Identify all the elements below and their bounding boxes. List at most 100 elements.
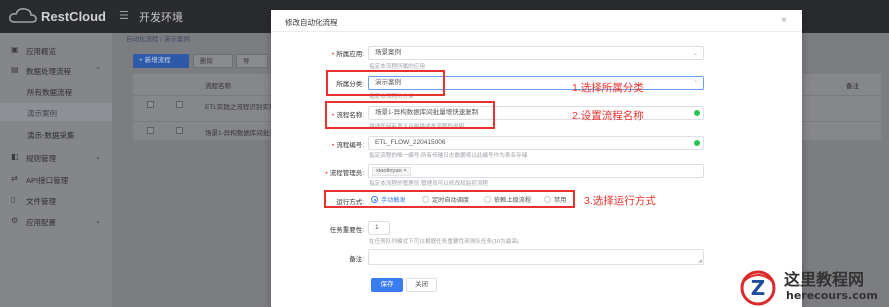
app-select-value: 场景案例	[375, 49, 401, 56]
radio-dependent[interactable]: 依赖上级流程	[484, 195, 531, 204]
breadcrumb[interactable]: 自动化流程 / 演示案例	[126, 33, 190, 43]
flow-name-input[interactable]: 场景1-异构数据库间批量增快速复制	[368, 106, 704, 120]
sidebar-item-api[interactable]: ⇄ API接口管理	[0, 170, 112, 188]
watermark-title: 这里教程网	[784, 270, 865, 289]
app-label-text: 所属应用:	[336, 51, 364, 58]
sidebar-item-rules[interactable]: ◧ 规则管理 ⌄	[0, 148, 112, 166]
radio-dot	[544, 196, 551, 203]
sidebar-item-label: API接口管理	[26, 176, 69, 185]
chevron-down-icon: ⌄	[95, 218, 101, 225]
radio-disabled[interactable]: 禁用	[544, 195, 566, 204]
sidebar-item-overview[interactable]: ▣ 应用概览	[0, 41, 112, 59]
table-cell-name[interactable]: ETL实践之流程识别实现	[205, 101, 275, 111]
export-button[interactable]: 导	[236, 54, 268, 68]
api-icon: ⇄	[11, 174, 18, 183]
settings-icon: ⚙	[11, 216, 19, 225]
required-marker: •	[331, 51, 335, 58]
database-icon: ▤	[11, 65, 19, 74]
radio-dot	[371, 196, 378, 203]
admin-select[interactable]: xiaolinyao ×	[368, 164, 704, 178]
radio-dot	[422, 196, 429, 203]
row-checkbox[interactable]	[176, 101, 183, 108]
delete-button[interactable]: 删除	[193, 54, 233, 68]
name-label: • 流程名称:	[318, 109, 364, 119]
app-label: • 所属应用:	[318, 48, 364, 58]
grid-icon: ▣	[11, 45, 19, 54]
sidebar-item-files[interactable]: ▯ 文件管理	[0, 191, 112, 209]
watermark-url: herecours.com	[786, 289, 878, 302]
radio-label: 手动触发	[381, 197, 406, 204]
admin-tag-text: xiaolinyao	[376, 168, 402, 174]
priority-label-text: 任务重要性:	[329, 227, 364, 234]
table-header-note: 备注	[846, 83, 859, 90]
sidebar-item-label: 规则管理	[26, 154, 56, 163]
row-expand[interactable]	[147, 127, 154, 134]
flow-code-value: ETL_FLOW_220415006	[375, 139, 446, 146]
priority-label: 任务重要性:	[312, 224, 364, 234]
app-hint: 指定本流程所属的应用	[369, 64, 425, 70]
logo-text: RestCloud	[41, 9, 106, 24]
row-expand[interactable]	[147, 101, 154, 108]
radio-scheduled[interactable]: 定时自动调度	[422, 195, 469, 204]
sidebar-item-label: 演示-数据采集	[27, 131, 75, 140]
app-select[interactable]: 场景案例 ⌄	[368, 46, 704, 60]
sidebar-item-data-flow[interactable]: ▤ 数据处理流程 ⌃	[0, 61, 112, 79]
row-checkbox[interactable]	[176, 127, 183, 134]
tag-close-icon[interactable]: ×	[403, 168, 406, 174]
annotation-text-category: 1.选择所属分类	[572, 82, 644, 94]
env-title: 开发环境	[139, 12, 183, 24]
table-header-name: 流程名称	[205, 83, 231, 90]
cloud-logo-icon	[9, 8, 37, 23]
sidebar-item-label: 应用配置	[26, 218, 56, 227]
priority-value: 1	[375, 224, 379, 231]
note-textarea[interactable]: ◢	[368, 249, 704, 265]
sidebar-item-label: 数据处理流程	[26, 67, 71, 76]
flow-code-input[interactable]: ETL_FLOW_220415006	[368, 136, 704, 150]
note-label: 备注:	[318, 253, 364, 263]
valid-check-icon	[694, 110, 700, 116]
priority-input[interactable]: 1	[368, 221, 390, 235]
menu-icon[interactable]: ☰	[119, 9, 129, 22]
sidebar-item-label: 文件管理	[26, 197, 56, 206]
category-select[interactable]: 演示案例 ⌃	[368, 76, 704, 90]
code-hint: 指定流程的唯一编号,所有传输日志数据将以此编号作为表名存储	[369, 153, 528, 159]
annotation-text-run-mode: 3.选择运行方式	[584, 195, 656, 207]
rule-icon: ◧	[11, 152, 19, 161]
admin-tag[interactable]: xiaolinyao ×	[372, 167, 411, 176]
category-hint: 指定本流程的分类	[369, 94, 414, 100]
priority-hint: 在任务队列模式下可以根据任务重要性来排队任务(10为最高)	[369, 239, 519, 245]
admin-hint: 指定本流程的管理员,管理员可以修改和监控流程	[369, 181, 489, 187]
chevron-up-icon: ⌃	[692, 81, 698, 87]
radio-label: 依赖上级流程	[494, 197, 532, 204]
close-button[interactable]: 关闭	[406, 278, 437, 292]
sidebar-item-demo-collect[interactable]: 演示-数据采集	[0, 125, 112, 143]
file-icon: ▯	[11, 195, 16, 204]
chevron-down-icon: ⌄	[95, 154, 101, 161]
code-label: • 流程编号:	[318, 139, 364, 149]
category-label-text: 所属分类:	[336, 81, 364, 88]
radio-label: 定时自动调度	[432, 197, 470, 204]
new-flow-button[interactable]: + 新增流程	[133, 54, 189, 68]
required-marker: •	[331, 142, 335, 149]
logo[interactable]: RestCloud	[8, 6, 108, 26]
sidebar-item-all-flows[interactable]: 所有数据流程	[0, 82, 112, 100]
sidebar-item-label: 应用概览	[26, 47, 56, 56]
run-mode-label-text: 运行方式:	[336, 199, 364, 206]
radio-manual[interactable]: 手动触发	[371, 195, 406, 204]
required-marker: •	[331, 112, 335, 119]
valid-check-icon	[694, 140, 700, 146]
annotation-text-name: 2.设置流程名称	[572, 110, 644, 122]
sidebar-item-label: 所有数据流程	[27, 88, 72, 97]
radio-dot	[484, 196, 491, 203]
sidebar: ▣ 应用概览 ▤ 数据处理流程 ⌃ 所有数据流程 演示案例 演示-数据采集 ◧ …	[0, 33, 112, 307]
chevron-down-icon: ⌄	[692, 51, 698, 57]
save-button[interactable]: 保存	[371, 278, 403, 292]
sidebar-item-settings[interactable]: ⚙ 应用配置 ⌄	[0, 212, 112, 230]
close-icon[interactable]: ×	[781, 15, 787, 26]
code-label-text: 流程编号:	[336, 142, 364, 149]
dialog-title: 修改自动化流程	[285, 18, 338, 27]
radio-label: 禁用	[554, 197, 567, 204]
sidebar-item-demo-cases[interactable]: 演示案例	[0, 103, 112, 121]
name-label-text: 流程名称:	[336, 112, 364, 119]
resize-handle-icon[interactable]: ◢	[698, 258, 702, 264]
